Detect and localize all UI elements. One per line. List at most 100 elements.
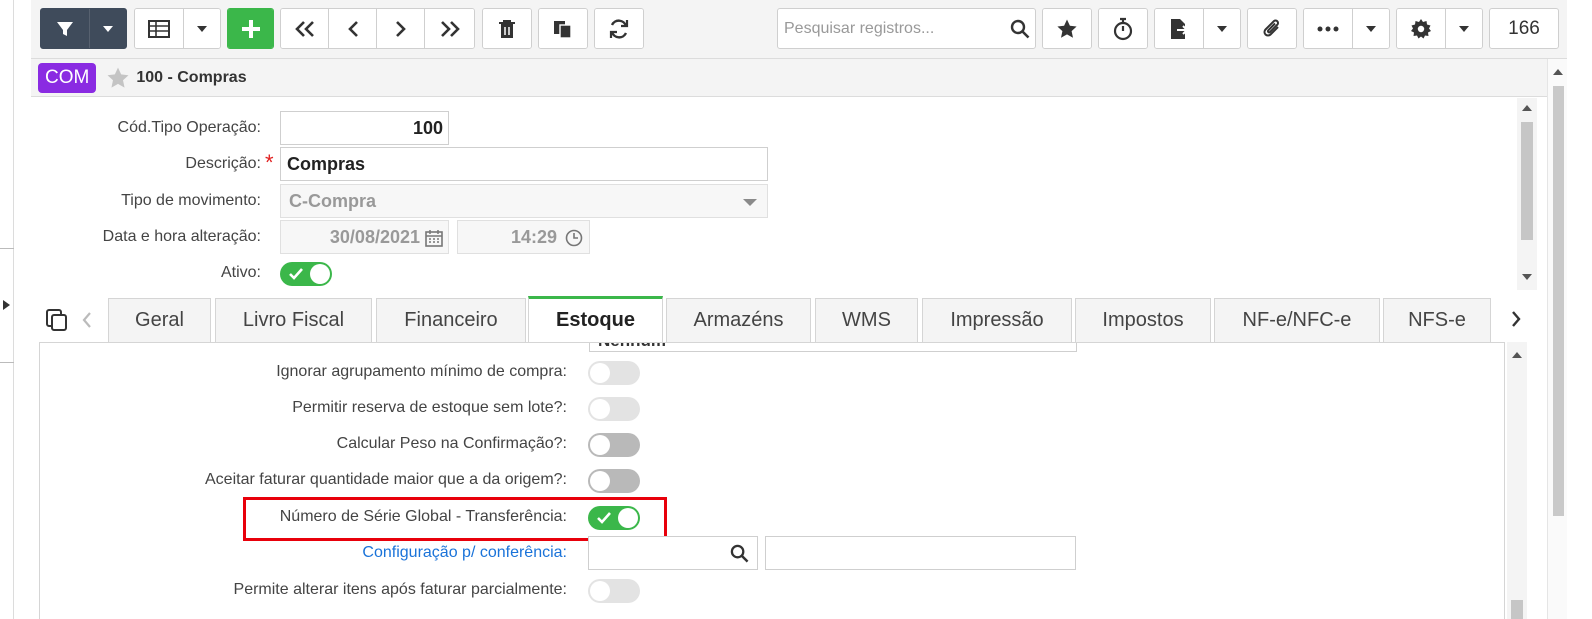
module-badge: COM bbox=[38, 62, 97, 93]
tab-impostos[interactable]: Impostos bbox=[1075, 298, 1211, 342]
scrollbar-thumb[interactable] bbox=[1511, 600, 1523, 619]
permite-alterar-itens-toggle[interactable] bbox=[588, 579, 640, 603]
cod-tipo-operacao-field[interactable]: 100 bbox=[280, 111, 449, 145]
delete-button[interactable] bbox=[483, 9, 531, 48]
settings-dropdown-button[interactable] bbox=[1446, 9, 1482, 48]
search-icon bbox=[1010, 19, 1030, 38]
scrollbar-thumb[interactable] bbox=[1521, 122, 1533, 240]
double-chevron-left-icon bbox=[294, 20, 314, 37]
page-scrollbar[interactable] bbox=[1547, 59, 1567, 619]
tabs-scroll-right-icon[interactable] bbox=[1510, 310, 1522, 328]
chevron-down-icon bbox=[743, 199, 757, 206]
search-box bbox=[777, 8, 1036, 49]
delete-group bbox=[482, 8, 532, 49]
attachments-button[interactable] bbox=[1248, 9, 1296, 48]
hora-alteracao-field[interactable]: 14:29 bbox=[457, 220, 590, 254]
favorite-star-icon[interactable] bbox=[106, 66, 130, 90]
tipo-movimento-select[interactable]: C-Compra bbox=[280, 184, 768, 218]
aceitar-faturar-label: Aceitar faturar quantidade maior que a d… bbox=[205, 471, 567, 488]
tipo-movimento-label: Tipo de movimento: bbox=[121, 192, 261, 209]
tab-estoque[interactable]: Estoque bbox=[528, 296, 663, 342]
settings-button[interactable] bbox=[1397, 9, 1446, 48]
tab-armazens[interactable]: Armazéns bbox=[666, 298, 811, 342]
tabs-bar: Geral Livro Fiscal Financeiro Estoque Ar… bbox=[31, 290, 1537, 342]
grid-view-dropdown-button[interactable] bbox=[184, 9, 220, 48]
toggle-knob bbox=[590, 581, 610, 601]
add-record-button[interactable] bbox=[228, 9, 273, 48]
scrollbar-thumb[interactable] bbox=[1553, 86, 1564, 516]
scroll-up-arrow-icon[interactable] bbox=[1522, 105, 1532, 111]
ellipsis-icon bbox=[1317, 26, 1339, 31]
form-header-scrollbar[interactable] bbox=[1517, 98, 1537, 290]
copy-tab-icon[interactable] bbox=[44, 308, 68, 332]
attachments-group bbox=[1247, 8, 1297, 49]
double-chevron-right-icon bbox=[440, 20, 460, 37]
expand-panel-icon[interactable] bbox=[3, 300, 10, 310]
estoque-tab-scrollbar[interactable] bbox=[1507, 342, 1527, 619]
tab-nfe-nfce[interactable]: NF-e/NFC-e bbox=[1214, 298, 1380, 342]
scroll-down-arrow-icon[interactable] bbox=[1522, 274, 1532, 280]
configuracao-conferencia-description-field[interactable] bbox=[765, 536, 1076, 570]
numero-serie-global-label: Número de Série Global - Transferência: bbox=[279, 508, 567, 525]
scroll-up-arrow-icon[interactable] bbox=[1553, 69, 1563, 75]
clock-icon[interactable] bbox=[565, 229, 583, 247]
descricao-label: Descrição: bbox=[185, 155, 261, 172]
copy-icon bbox=[554, 20, 572, 39]
star-icon bbox=[1057, 19, 1077, 38]
refresh-icon bbox=[609, 18, 629, 39]
tab-financeiro[interactable]: Financeiro bbox=[376, 298, 526, 342]
calendar-icon[interactable] bbox=[425, 229, 443, 247]
filter-dropdown-button[interactable] bbox=[90, 9, 126, 48]
tab-nfse[interactable]: NFS-e bbox=[1383, 298, 1491, 342]
tab-wms[interactable]: WMS bbox=[815, 298, 918, 342]
timer-button[interactable] bbox=[1099, 9, 1147, 48]
ativo-toggle[interactable] bbox=[280, 262, 332, 286]
first-record-button[interactable] bbox=[281, 9, 329, 48]
configuracao-conferencia-link[interactable]: Configuração p/ conferência: bbox=[362, 544, 567, 562]
filter-button[interactable] bbox=[41, 9, 90, 48]
search-input[interactable] bbox=[778, 10, 1005, 47]
tabs-scroll-left-icon[interactable] bbox=[81, 311, 93, 329]
data-alteracao-field[interactable]: 30/08/2021 bbox=[280, 220, 449, 254]
export-group bbox=[1154, 8, 1241, 49]
toggle-knob bbox=[590, 435, 610, 455]
settings-group bbox=[1396, 8, 1483, 49]
grid-view-button[interactable] bbox=[135, 9, 184, 48]
duplicate-button[interactable] bbox=[539, 9, 587, 48]
gutter-divider bbox=[0, 248, 14, 249]
ignorar-agrupamento-toggle[interactable] bbox=[588, 361, 640, 385]
search-icon[interactable] bbox=[730, 544, 749, 563]
numero-serie-global-toggle[interactable] bbox=[588, 506, 640, 530]
ignorar-agrupamento-label: Ignorar agrupamento mínimo de compra: bbox=[276, 363, 567, 380]
tab-impressao[interactable]: Impressão bbox=[922, 298, 1072, 342]
last-record-button[interactable] bbox=[425, 9, 474, 48]
plus-icon bbox=[241, 19, 260, 38]
favorite-button[interactable] bbox=[1043, 9, 1091, 48]
toggle-knob bbox=[310, 264, 330, 284]
gutter-divider bbox=[0, 362, 14, 363]
export-button[interactable] bbox=[1155, 9, 1204, 48]
chevron-down-icon bbox=[1366, 25, 1376, 32]
table-icon bbox=[148, 19, 170, 38]
permitir-reserva-toggle[interactable] bbox=[588, 397, 640, 421]
next-record-button[interactable] bbox=[377, 9, 425, 48]
refresh-button[interactable] bbox=[595, 9, 643, 48]
configuracao-conferencia-code-field[interactable] bbox=[588, 536, 758, 570]
navigation-group bbox=[280, 8, 475, 49]
aceitar-faturar-toggle[interactable] bbox=[588, 469, 640, 493]
previous-record-button[interactable] bbox=[329, 9, 377, 48]
gear-icon bbox=[1411, 18, 1431, 38]
paperclip-icon bbox=[1263, 19, 1279, 37]
tab-geral[interactable]: Geral bbox=[108, 298, 211, 342]
export-dropdown-button[interactable] bbox=[1204, 9, 1240, 48]
search-button[interactable] bbox=[1005, 19, 1035, 39]
left-gutter bbox=[0, 0, 14, 619]
calcular-peso-toggle[interactable] bbox=[588, 433, 640, 457]
more-options-dropdown-button[interactable] bbox=[1353, 9, 1389, 48]
more-options-button[interactable] bbox=[1304, 9, 1353, 48]
scroll-up-arrow-icon[interactable] bbox=[1512, 352, 1522, 358]
tab-livro-fiscal[interactable]: Livro Fiscal bbox=[215, 298, 372, 342]
more-group bbox=[1303, 8, 1390, 49]
estoque-tab-panel: Nenhum Ignorar agrupamento mínimo de com… bbox=[39, 342, 1505, 619]
descricao-field[interactable]: Compras bbox=[280, 147, 768, 181]
